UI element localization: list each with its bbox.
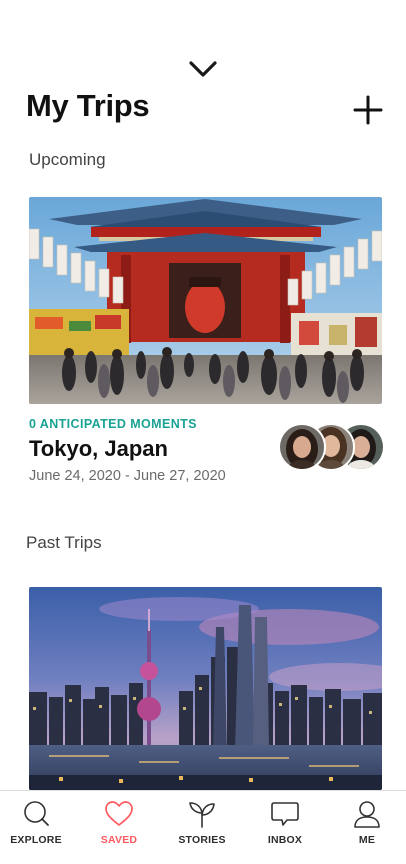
- nav-label-inbox: INBOX: [267, 834, 303, 846]
- sprout-icon: [189, 802, 215, 828]
- section-heading-upcoming: Upcoming: [29, 150, 106, 169]
- trip-card-tokyo-photo[interactable]: [29, 197, 382, 404]
- nav-label-me: ME: [358, 834, 376, 846]
- traveler-avatars[interactable]: [278, 423, 385, 471]
- chat-icon: [271, 802, 299, 826]
- nav-label-explore: EXPLORE: [10, 834, 62, 846]
- nav-label-saved: SAVED: [100, 834, 138, 846]
- nav-item-saved[interactable]: SAVED: [79, 791, 159, 864]
- nav-item-explore[interactable]: EXPLORE: [0, 791, 76, 864]
- nav-item-stories[interactable]: STORIES: [162, 791, 242, 864]
- chevron-down-icon[interactable]: [187, 58, 219, 80]
- avatar: [278, 423, 326, 471]
- trip-card-past-photo[interactable]: [29, 587, 382, 790]
- nav-label-stories: STORIES: [178, 834, 226, 846]
- bottom-nav: EXPLORE SAVED STORIES INBOX ME: [0, 790, 406, 864]
- user-icon: [354, 801, 380, 828]
- anticipated-moments-label: 0 ANTICIPATED MOMENTS: [29, 417, 197, 431]
- add-trip-button[interactable]: [352, 94, 384, 126]
- nav-item-me[interactable]: ME: [327, 791, 406, 864]
- search-icon: [24, 801, 49, 826]
- trip-destination[interactable]: Tokyo, Japan: [29, 436, 168, 462]
- plus-icon: [353, 95, 383, 125]
- trip-dates: June 24, 2020 - June 27, 2020: [29, 468, 226, 484]
- heart-icon: [105, 801, 133, 826]
- nav-item-inbox[interactable]: INBOX: [245, 791, 325, 864]
- page-title: My Trips: [26, 88, 150, 123]
- section-heading-past-trips: Past Trips: [26, 533, 102, 552]
